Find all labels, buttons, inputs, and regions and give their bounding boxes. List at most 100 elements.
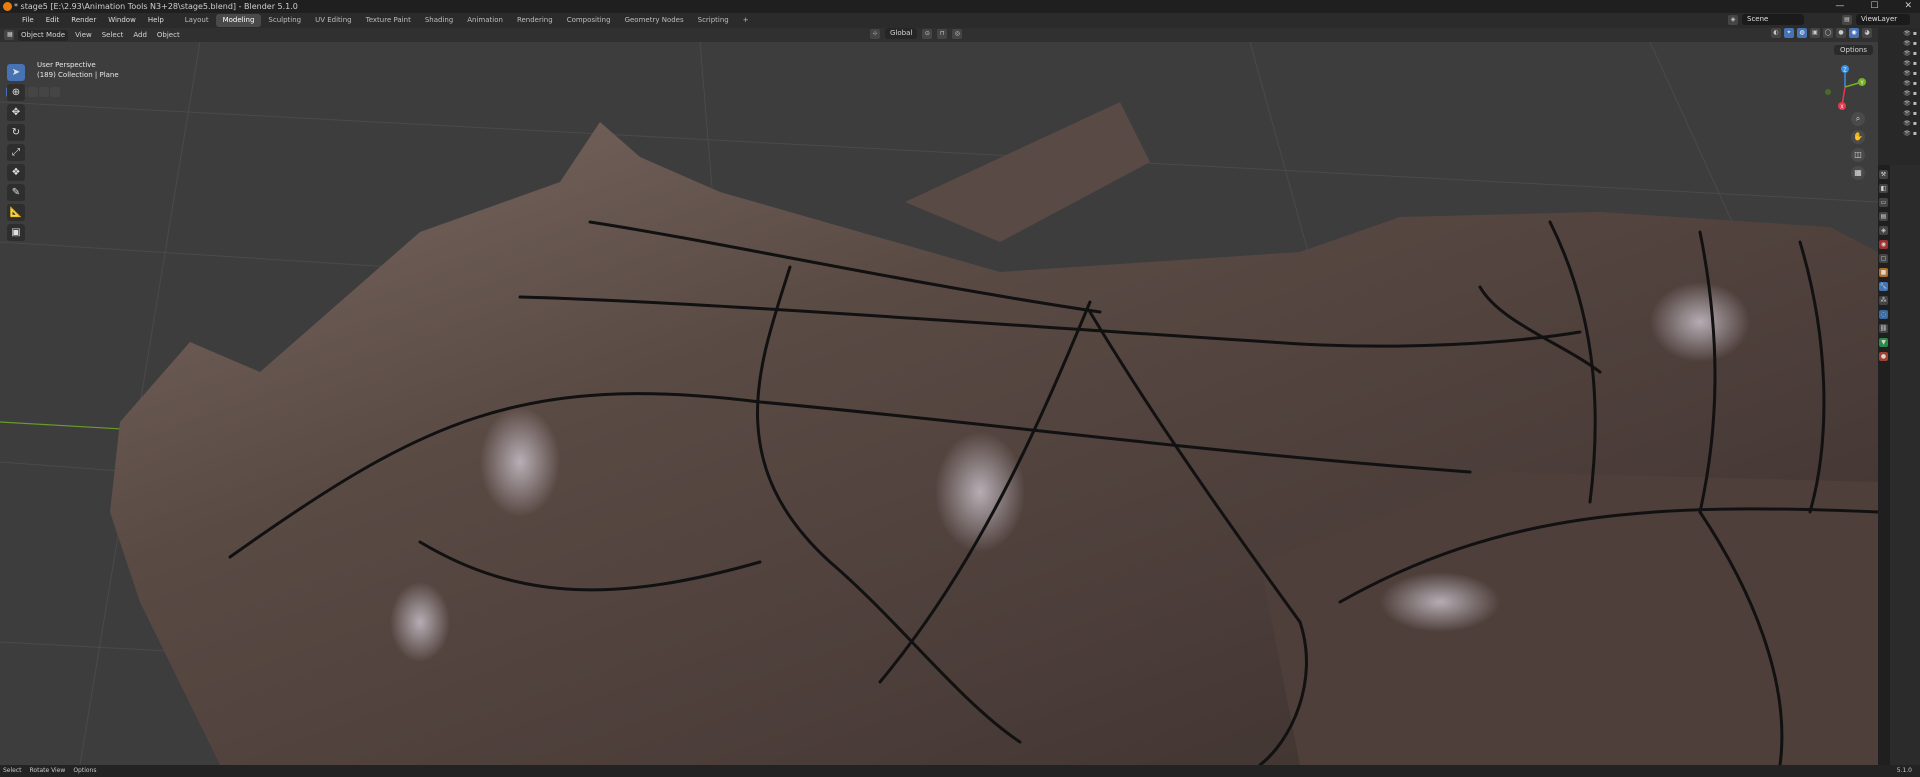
menu-file[interactable]: File [16,13,40,28]
outliner-row[interactable]: 👁 ▪ [1878,28,1920,38]
physics-tab-icon[interactable]: ◌ [1879,310,1888,319]
tab-animation[interactable]: Animation [460,14,510,27]
camera-icon[interactable]: ▪ [1913,80,1917,87]
pan-hand-icon[interactable]: ✋ [1851,130,1865,144]
outliner-row[interactable]: 👁 ▪ [1878,78,1920,88]
menu-view[interactable]: View [72,28,95,42]
data-tab-icon[interactable]: ▼ [1879,338,1888,347]
eye-icon[interactable]: 👁 [1903,40,1911,47]
camera-icon[interactable]: ▪ [1913,30,1917,37]
gizmo-toggle-icon[interactable]: ⌖ [1784,28,1794,38]
camera-icon[interactable]: ▪ [1913,60,1917,67]
eye-icon[interactable]: 👁 [1903,60,1911,67]
proportional-edit-icon[interactable]: ◎ [952,28,963,39]
eye-icon[interactable]: 👁 [1903,50,1911,57]
select-subtract-icon[interactable] [28,87,38,97]
scale-tool-icon[interactable]: ⤢ [7,144,25,161]
grid-view-icon[interactable]: ▦ [1851,166,1865,180]
eye-icon[interactable]: 👁 [1903,80,1911,87]
outliner-row[interactable]: 👁 ▪ [1878,58,1920,68]
collection-tab-icon[interactable]: ▢ [1879,254,1888,263]
visibility-icon[interactable]: ◐ [1771,28,1781,38]
eye-icon[interactable]: 👁 [1903,90,1911,97]
select-invert-icon[interactable] [39,87,49,97]
close-button[interactable]: ✕ [1904,0,1912,13]
view-layer-tab-icon[interactable]: ▤ [1879,212,1888,221]
editor-type-icon[interactable]: ▦ [4,30,14,40]
tab-geometry-nodes[interactable]: Geometry Nodes [618,14,691,27]
eye-icon[interactable]: 👁 [1903,110,1911,117]
tab-scripting[interactable]: Scripting [691,14,736,27]
output-tab-icon[interactable]: ▭ [1879,198,1888,207]
eye-icon[interactable]: 👁 [1903,70,1911,77]
eye-icon[interactable]: 👁 [1903,30,1911,37]
cursor-tool-icon[interactable]: ⊕ [7,84,25,101]
measure-tool-icon[interactable]: 📐 [7,204,25,221]
particles-tab-icon[interactable]: ⁂ [1879,296,1888,305]
camera-icon[interactable]: ▪ [1913,130,1917,137]
camera-view-icon[interactable]: ◫ [1851,148,1865,162]
camera-icon[interactable]: ▪ [1913,70,1917,77]
zoom-icon[interactable]: ⌕ [1851,112,1865,126]
scene-tab-icon[interactable]: ◈ [1879,226,1888,235]
tab-shading[interactable]: Shading [418,14,460,27]
minimize-button[interactable]: — [1835,0,1844,13]
wireframe-shading-icon[interactable]: ◯ [1823,28,1833,38]
menu-add[interactable]: Add [130,28,150,42]
mode-dropdown[interactable]: Object Mode [18,29,69,41]
rotate-tool-icon[interactable]: ↻ [7,124,25,141]
camera-icon[interactable]: ▪ [1913,90,1917,97]
camera-icon[interactable]: ▪ [1913,100,1917,107]
tab-sculpting[interactable]: Sculpting [261,14,308,27]
solid-shading-icon[interactable]: ● [1836,28,1846,38]
outliner-row[interactable]: 👁 ▪ [1878,68,1920,78]
object-tab-icon[interactable]: ■ [1879,268,1888,277]
eye-icon[interactable]: 👁 [1903,100,1911,107]
world-tab-icon[interactable]: ◉ [1879,240,1888,249]
3d-viewport[interactable]: User Perspective (189) Collection | Plan… [0,42,1878,765]
navigation-gizmo[interactable]: Z Y X [1820,62,1870,112]
eye-icon[interactable]: 👁 [1903,120,1911,127]
tab-rendering[interactable]: Rendering [510,14,560,27]
transform-orientation-dropdown[interactable]: Global [885,28,918,39]
eye-icon[interactable]: 👁 [1903,130,1911,137]
select-intersect-icon[interactable] [50,87,60,97]
material-tab-icon[interactable]: ● [1879,352,1888,361]
camera-icon[interactable]: ▪ [1913,110,1917,117]
tab-uv-editing[interactable]: UV Editing [308,14,359,27]
outliner-row[interactable]: 👁 ▪ [1878,118,1920,128]
properties-panel[interactable] [1890,165,1920,765]
xray-icon[interactable]: ▣ [1810,28,1820,38]
add-cube-tool-icon[interactable]: ▣ [7,224,25,241]
outliner-row[interactable]: 👁 ▪ [1878,108,1920,118]
tab-compositing[interactable]: Compositing [560,14,618,27]
rendered-shading-icon[interactable]: ◕ [1862,28,1872,38]
material-preview-icon[interactable]: ◉ [1849,28,1859,38]
camera-icon[interactable]: ▪ [1913,120,1917,127]
maximize-button[interactable]: ☐ [1870,0,1878,13]
view-layer-field[interactable]: ViewLayer [1856,14,1910,25]
menu-render[interactable]: Render [65,13,102,28]
tab-modeling[interactable]: Modeling [215,14,262,27]
outliner-row[interactable]: 👁 ▪ [1878,88,1920,98]
modifier-tab-icon[interactable]: 🔧 [1879,282,1888,291]
menu-select[interactable]: Select [99,28,127,42]
move-tool-icon[interactable]: ✥ [7,104,25,121]
outliner-row[interactable]: 👁 ▪ [1878,38,1920,48]
camera-icon[interactable]: ▪ [1913,40,1917,47]
menu-object[interactable]: Object [154,28,183,42]
render-tab-icon[interactable]: ◧ [1879,184,1888,193]
camera-icon[interactable]: ▪ [1913,50,1917,57]
select-box-tool-icon[interactable]: ➤ [7,64,25,81]
menu-edit[interactable]: Edit [40,13,66,28]
tab-layout[interactable]: Layout [178,14,216,27]
tab-texture-paint[interactable]: Texture Paint [359,14,418,27]
outliner-row[interactable]: 👁 ▪ [1878,48,1920,58]
outliner-row[interactable]: 👁 ▪ [1878,98,1920,108]
transform-tool-icon[interactable]: ❖ [7,164,25,181]
snap-icon[interactable]: ⊓ [937,28,948,39]
annotate-tool-icon[interactable]: ✎ [7,184,25,201]
tool-tab-icon[interactable]: ⚒ [1879,170,1888,179]
add-workspace-button[interactable]: + [736,14,756,27]
menu-help[interactable]: Help [142,13,170,28]
